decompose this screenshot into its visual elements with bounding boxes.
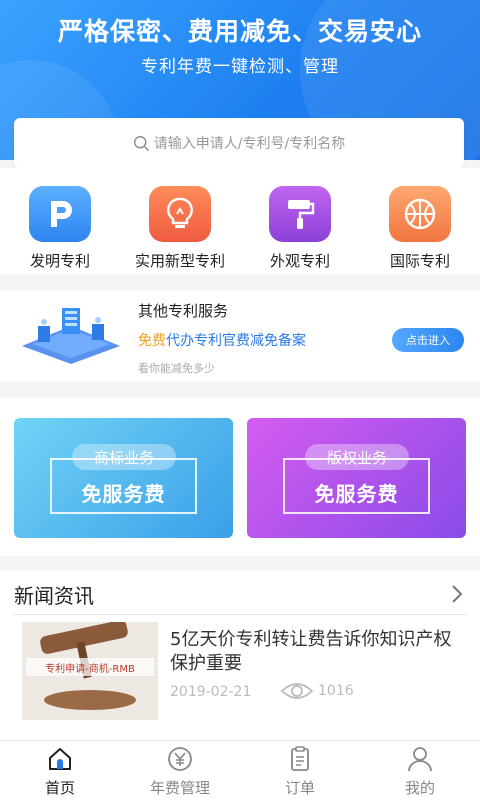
tab-annual-fee[interactable]: 年费管理: [120, 741, 240, 800]
news-views: 1016: [280, 680, 354, 702]
search-placeholder: 请输入申请人/专利号/专利名称: [153, 136, 346, 152]
news-date: 2019-02-21: [170, 684, 252, 700]
tab-label: 我的: [404, 779, 435, 797]
enter-service-button[interactable]: 点击进入: [392, 328, 464, 352]
news-section: 新闻资讯 专利申请-商机-RMB 5亿天价专利转让费告诉你知识产权保护重要 20…: [0, 570, 480, 740]
p-letter-icon: [29, 186, 91, 242]
paint-roller-icon: [269, 186, 331, 242]
category-international-patent[interactable]: 国际专利: [365, 168, 475, 274]
order-list-icon: [291, 746, 309, 771]
tab-profile[interactable]: 我的: [360, 741, 480, 800]
tab-label: 订单: [284, 779, 315, 797]
bottom-tab-bar: 首页 年费管理 订单 我的: [0, 740, 480, 800]
news-item[interactable]: 专利申请-商机-RMB 5亿天价专利转让费告诉你知识产权保护重要 2019-02…: [22, 622, 468, 722]
home-icon: [49, 748, 71, 770]
news-header: 新闻资讯: [14, 584, 94, 608]
tab-label: 年费管理: [149, 779, 210, 797]
copyright-promo-card[interactable]: 版权业务 免服务费: [247, 418, 466, 538]
category-invention-patent[interactable]: 发明专利: [5, 168, 115, 274]
promo-section: 商标业务 免服务费 版权业务 免服务费: [0, 398, 480, 556]
eye-icon: [280, 683, 314, 699]
news-title: 5亿天价专利转让费告诉你知识产权保护重要: [170, 629, 452, 674]
news-thumbnail: 专利申请-商机-RMB: [22, 622, 158, 720]
category-label: 实用新型专利: [134, 252, 225, 270]
server-illustration: [22, 308, 120, 364]
promo-headline: 免服务费: [81, 482, 166, 506]
service-note: 看你能减免多少: [138, 362, 215, 375]
search-card: 请输入申请人/专利号/专利名称: [14, 118, 464, 168]
search-input[interactable]: 请输入申请人/专利号/专利名称: [14, 130, 464, 156]
service-title: 其他专利服务: [138, 302, 229, 320]
tab-orders[interactable]: 订单: [240, 741, 360, 800]
free-highlight: 免费: [138, 333, 166, 349]
promo-headline: 免服务费: [314, 482, 399, 506]
category-label: 国际专利: [389, 252, 450, 270]
other-service-card: 其他专利服务 免费代办专利官费减免备案 看你能减免多少 点击进入: [0, 290, 480, 382]
tab-home[interactable]: 首页: [0, 741, 120, 800]
patent-categories: 发明专利 实用新型专利 外观专利 国际专利: [0, 168, 480, 274]
hero-title: 严格保密、费用减免、交易安心: [57, 17, 422, 46]
category-utility-patent[interactable]: 实用新型专利: [125, 168, 235, 274]
trademark-promo-card[interactable]: 商标业务 免服务费: [14, 418, 233, 538]
yen-coin-icon: [168, 747, 192, 771]
thumbnail-caption: 专利申请-商机-RMB: [45, 664, 135, 675]
category-label: 发明专利: [29, 252, 90, 270]
search-icon: [133, 135, 149, 151]
views-count: 1016: [318, 683, 354, 699]
hero-subtitle: 专利年费一键检测、管理: [141, 57, 339, 77]
promo-tag: 版权业务: [305, 444, 409, 470]
service-description: 免费代办专利官费减免备案: [138, 330, 306, 350]
category-label: 外观专利: [269, 252, 330, 270]
service-description-text: 代办专利官费减免备案: [166, 333, 306, 349]
user-icon: [408, 747, 432, 772]
divider: [14, 614, 466, 615]
basketball-icon: [389, 186, 451, 242]
lightbulb-icon: [149, 186, 211, 242]
tab-label: 首页: [44, 779, 75, 797]
chevron-right-icon[interactable]: [446, 582, 468, 606]
category-design-patent[interactable]: 外观专利: [245, 168, 355, 274]
promo-tag: 商标业务: [72, 444, 176, 470]
